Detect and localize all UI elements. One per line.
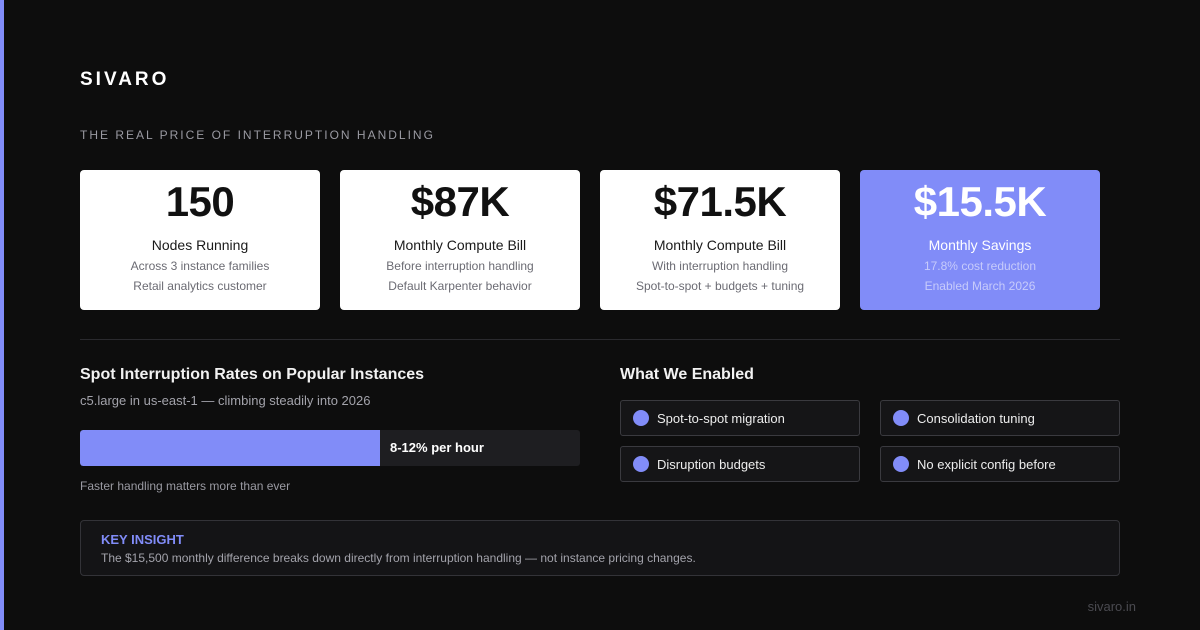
- metric-value: $15.5K: [913, 178, 1047, 225]
- metric-sub: Default Karpenter behavior: [388, 279, 532, 293]
- metric-value: $87K: [410, 178, 510, 225]
- page-eyebrow: THE REAL PRICE OF INTERRUPTION HANDLING: [80, 128, 435, 142]
- bullet-dot-icon: [633, 410, 649, 426]
- key-insight-title: KEY INSIGHT: [101, 532, 184, 547]
- bullet-dot-icon: [633, 456, 649, 472]
- enabled-item-no-config: No explicit config before: [880, 446, 1120, 482]
- metric-sub: Across 3 instance families: [130, 259, 270, 273]
- metric-sub: Spot-to-spot + budgets + tuning: [635, 279, 805, 293]
- enabled-item-label: Disruption budgets: [657, 456, 766, 472]
- metric-sub: Retail analytics customer: [133, 279, 267, 293]
- metric-value: 150: [165, 178, 235, 225]
- interruption-note: Faster handling matters more than ever: [80, 479, 291, 493]
- metric-sub: 17.8% cost reduction: [923, 259, 1037, 273]
- metric-cards: 150 Nodes Running Across 3 instance fami…: [80, 170, 1100, 310]
- enabled-item-disruption-budgets: Disruption budgets: [620, 446, 860, 482]
- metric-label: Nodes Running: [151, 237, 249, 253]
- footer-url[interactable]: sivaro.in: [1088, 599, 1136, 614]
- metric-card-bill-before: $87K Monthly Compute Bill Before interru…: [340, 170, 580, 310]
- metric-value: $71.5K: [653, 178, 787, 225]
- enabled-item-label: No explicit config before: [917, 456, 1056, 472]
- metric-label: Monthly Compute Bill: [653, 237, 787, 253]
- metric-card-nodes: 150 Nodes Running Across 3 instance fami…: [80, 170, 320, 310]
- interruption-rate-bar: 8-12% per hour: [80, 430, 580, 466]
- bullet-dot-icon: [893, 456, 909, 472]
- metric-sub: Before interruption handling: [386, 259, 534, 273]
- metric-sub: With interruption handling: [651, 259, 789, 273]
- metric-sub: Enabled March 2026: [924, 279, 1036, 293]
- key-insight-text: The $15,500 monthly difference breaks do…: [101, 551, 696, 565]
- interruption-rate-fill: [80, 430, 380, 466]
- enabled-title: What We Enabled: [620, 366, 754, 383]
- bullet-dot-icon: [893, 410, 909, 426]
- brand-logo: SIVARO: [80, 69, 170, 90]
- metric-label: Monthly Savings: [928, 237, 1032, 253]
- metric-card-bill-after: $71.5K Monthly Compute Bill With interru…: [600, 170, 840, 310]
- enabled-item-label: Spot-to-spot migration: [657, 410, 785, 426]
- metric-card-savings: $15.5K Monthly Savings 17.8% cost reduct…: [860, 170, 1100, 310]
- key-insight-box: KEY INSIGHT The $15,500 monthly differen…: [80, 520, 1120, 576]
- interruption-title: Spot Interruption Rates on Popular Insta…: [80, 366, 425, 383]
- enabled-item-consolidation: Consolidation tuning: [880, 400, 1120, 436]
- accent-bar: [0, 0, 4, 630]
- metric-label: Monthly Compute Bill: [393, 237, 527, 253]
- enabled-item-label: Consolidation tuning: [917, 410, 1035, 426]
- interruption-rate-label: 8-12% per hour: [390, 440, 484, 455]
- interruption-subtitle: c5.large in us-east-1 — climbing steadil…: [80, 393, 371, 408]
- section-divider: [80, 339, 1120, 340]
- enabled-item-spot-to-spot: Spot-to-spot migration: [620, 400, 860, 436]
